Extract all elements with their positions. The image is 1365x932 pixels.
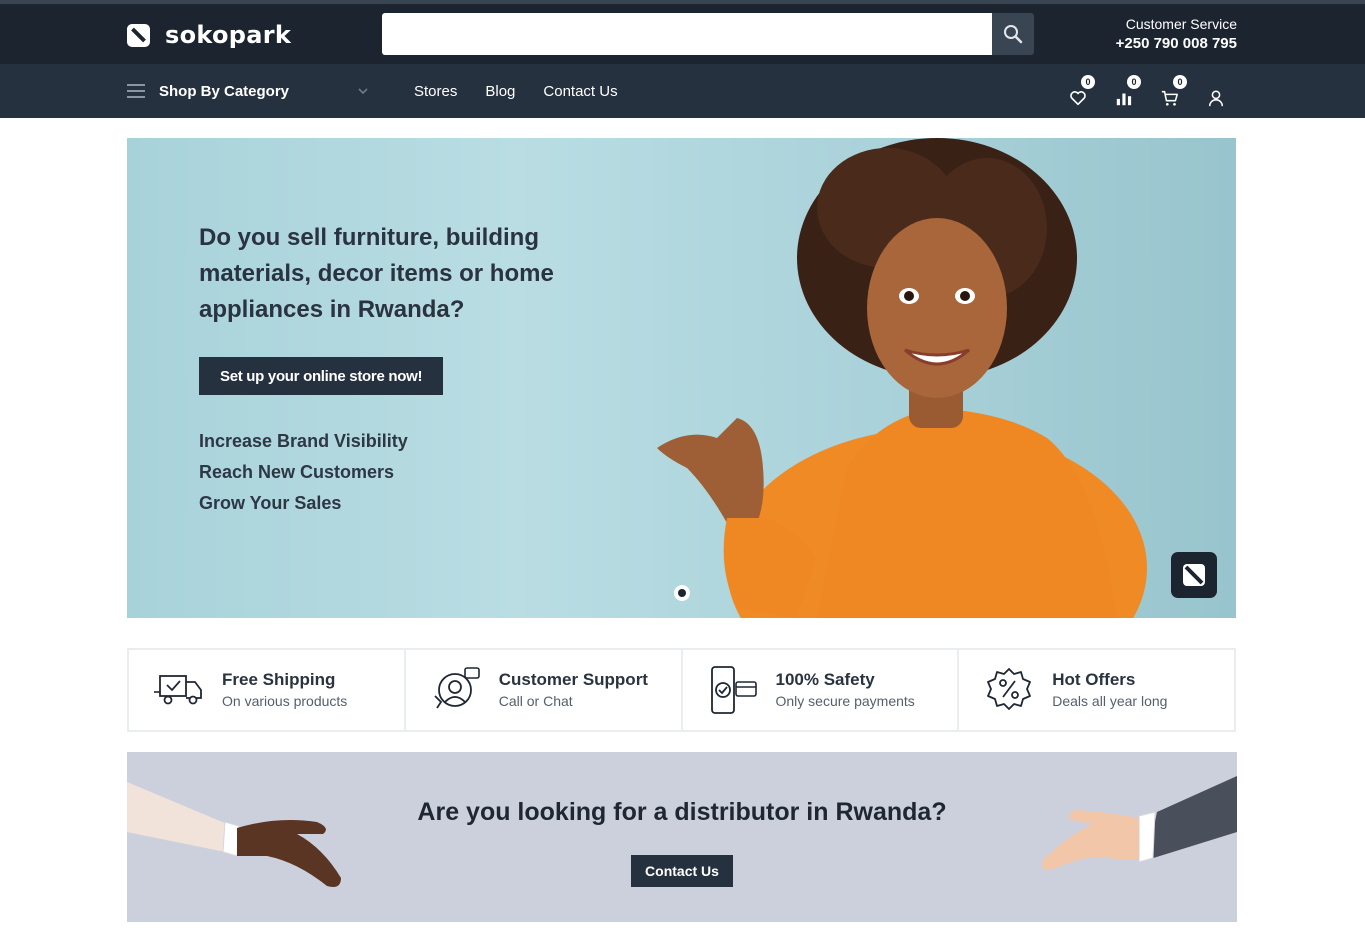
chevron-down-icon [358, 88, 368, 95]
heart-icon [1070, 91, 1086, 106]
feature-free-shipping: Free Shipping On various products [129, 650, 406, 730]
carousel-dot[interactable] [674, 585, 690, 601]
distributor-title: Are you looking for a distributor in Rwa… [417, 798, 947, 826]
wishlist-button[interactable]: 0 [1066, 75, 1095, 107]
distributor-banner: Are you looking for a distributor in Rwa… [127, 752, 1237, 922]
menu-icon [127, 84, 145, 98]
logo-mark-icon [127, 23, 150, 47]
feature-subtitle: Only secure payments [775, 693, 915, 709]
nav-icons: 0 0 0 [1066, 75, 1228, 107]
feature-subtitle: On various products [222, 693, 348, 709]
hero-person-image [657, 138, 1147, 618]
logo-text: sokopark [165, 21, 292, 49]
cart-button[interactable]: 0 [1158, 75, 1187, 107]
cart-icon [1161, 90, 1178, 106]
setup-store-button[interactable]: Set up your online store now! [199, 357, 444, 395]
top-header: sokopark Customer Service +250 790 008 7… [0, 0, 1365, 64]
compare-button[interactable]: 0 [1112, 75, 1141, 107]
logo-mark-icon [1183, 564, 1205, 586]
discount-icon [983, 664, 1035, 716]
right-hand-image [1042, 776, 1237, 871]
main-nav: Shop By Category Stores Blog Contact Us … [0, 64, 1365, 118]
left-hand-image [127, 782, 341, 887]
hero-benefits: Increase Brand Visibility Reach New Cust… [199, 426, 408, 519]
feature-customer-support: Customer Support Call or Chat [406, 650, 683, 730]
logo[interactable]: sokopark [127, 21, 291, 49]
feature-subtitle: Call or Chat [498, 693, 573, 709]
benefit-item: Grow Your Sales [199, 493, 342, 513]
feature-title: Free Shipping [222, 670, 336, 689]
nav-link-stores[interactable]: Stores [414, 83, 457, 100]
feature-hot-offers: Hot Offers Deals all year long [959, 650, 1234, 730]
shop-by-category-dropdown[interactable]: Shop By Category [127, 64, 373, 118]
contact-us-button[interactable]: Contact Us [631, 855, 733, 887]
brand-badge [1171, 552, 1217, 598]
category-label: Shop By Category [159, 82, 290, 100]
feature-title: Hot Offers [1052, 670, 1136, 689]
wishlist-count-badge: 0 [1081, 75, 1095, 89]
benefit-item: Increase Brand Visibility [199, 431, 408, 451]
secure-payment-icon [707, 664, 759, 716]
search-icon [1004, 25, 1023, 44]
feature-subtitle: Deals all year long [1052, 693, 1168, 709]
truck-icon [153, 664, 205, 716]
account-button[interactable] [1204, 75, 1228, 107]
search-bar [382, 13, 1034, 55]
customer-service-phone[interactable]: +250 790 008 795 [1116, 33, 1237, 55]
hero-title: Do you sell furniture, building material… [199, 224, 554, 323]
search-input[interactable] [382, 13, 992, 55]
feature-title: 100% Safety [775, 670, 875, 689]
nav-link-blog[interactable]: Blog [485, 83, 515, 100]
cart-count-badge: 0 [1173, 75, 1187, 89]
support-agent-icon [430, 664, 482, 716]
compare-count-badge: 0 [1127, 75, 1141, 89]
features-row: Free Shipping On various products Custom… [127, 648, 1236, 732]
feature-title: Customer Support [498, 670, 648, 689]
nav-links: Stores Blog Contact Us [414, 64, 618, 118]
search-button[interactable] [992, 13, 1034, 55]
nav-link-contact-us[interactable]: Contact Us [543, 83, 617, 100]
bar-chart-icon [1116, 93, 1132, 106]
benefit-item: Reach New Customers [199, 462, 395, 482]
user-icon [1208, 90, 1224, 107]
customer-service: Customer Service +250 790 008 795 [1116, 15, 1237, 55]
customer-service-label: Customer Service [1125, 16, 1237, 32]
feature-safety: 100% Safety Only secure payments [683, 650, 960, 730]
hero-banner: Do you sell furniture, building material… [127, 138, 1236, 618]
